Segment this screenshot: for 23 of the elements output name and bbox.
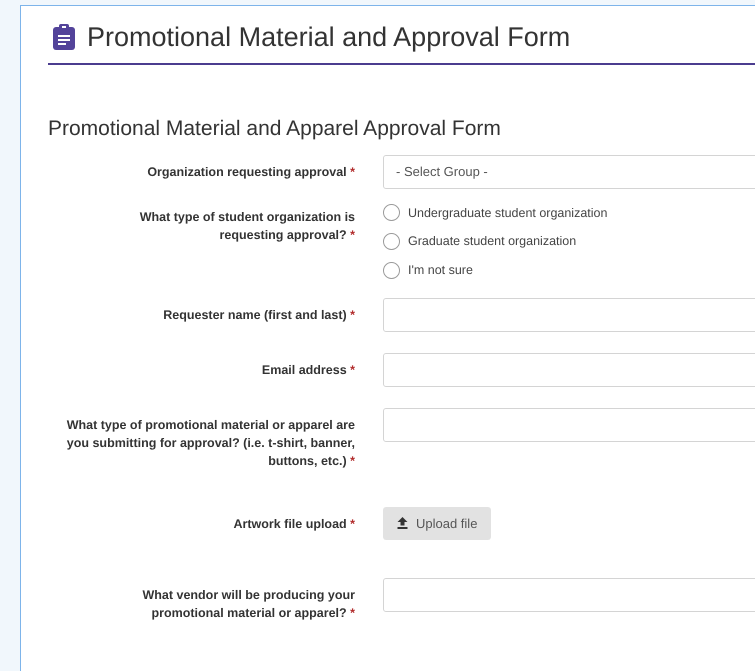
radio-button[interactable] (383, 262, 400, 279)
field-label: What vendor will be producing your promotional material or apparel? * (141, 586, 355, 622)
text-field[interactable] (383, 352, 755, 387)
field-label: Organization requesting approval * (146, 164, 355, 181)
upload-button[interactable]: Upload file (383, 506, 492, 540)
clipboard-icon (53, 24, 75, 50)
field-label: Email address * (260, 362, 355, 379)
radio-button[interactable] (383, 204, 400, 222)
page-title: Promotional Material and Approval Form (87, 21, 570, 54)
select-field[interactable]: - Select Group - (383, 154, 755, 188)
radio-button[interactable] (383, 233, 400, 250)
radio-label: Undergraduate student organization (408, 204, 608, 222)
field-label: Requester name (first and last) * (162, 306, 355, 324)
field-label: Artwork file upload * (232, 516, 355, 533)
text-field[interactable] (383, 298, 755, 332)
text-field[interactable] (383, 578, 755, 612)
field-label: What type of promotional material or apparel are you submitting for approval? (i.e. t-shirt, banner, buttons, etc.) * (66, 416, 355, 470)
upload-icon (397, 517, 408, 530)
form-title: Promotional Material and Apparel Approval Form (48, 116, 502, 142)
radio-label: Graduate student organization (408, 233, 576, 250)
radio-label: I'm not sure (408, 262, 473, 279)
field-label: What type of student organization is requesting approval? * (138, 208, 355, 244)
text-field[interactable] (383, 408, 755, 442)
